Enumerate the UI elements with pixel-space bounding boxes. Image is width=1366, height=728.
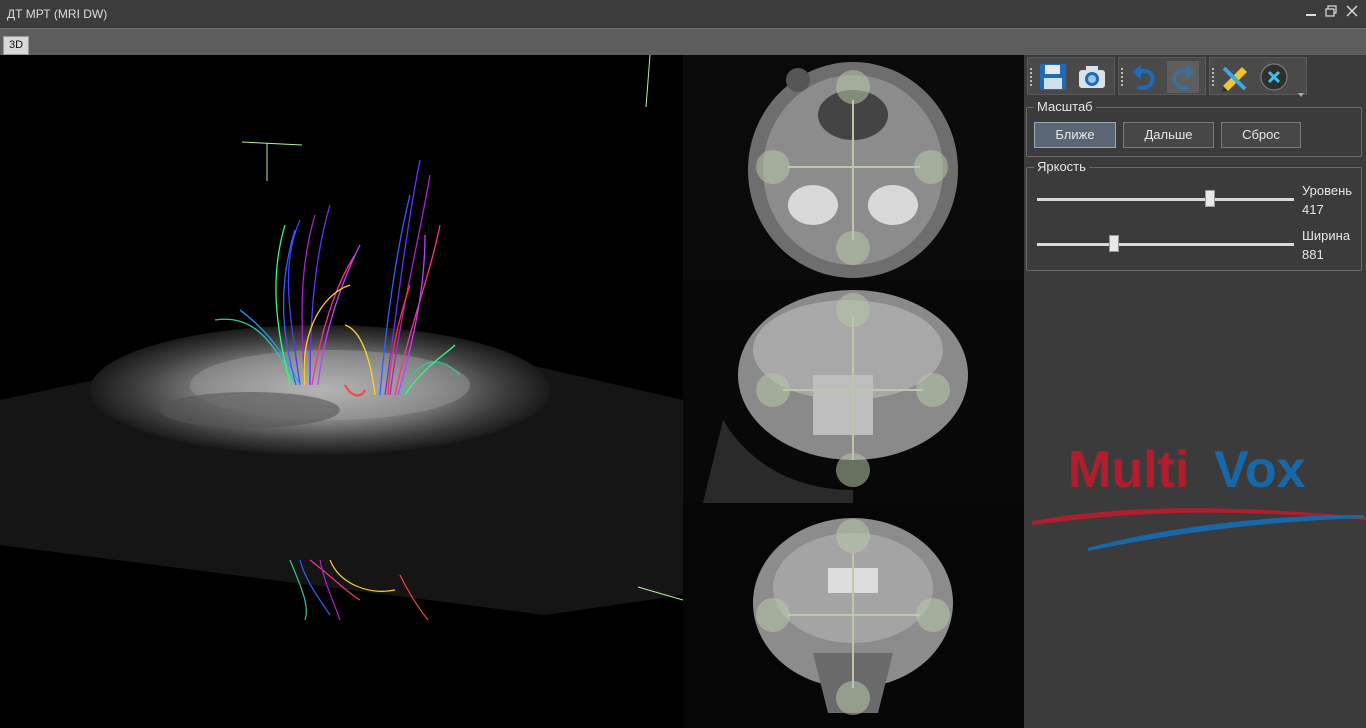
slider-track (1037, 243, 1294, 246)
coronal-slice-view[interactable] (683, 503, 1024, 728)
zoom-out-button[interactable]: Дальше (1123, 122, 1214, 148)
width-value: 881 (1302, 247, 1324, 262)
slider-track (1037, 198, 1294, 201)
scale-group: Масштаб Ближе Дальше Сброс (1026, 99, 1362, 157)
orientation-axis-top (241, 141, 303, 181)
multivox-logo: Multi Vox (1024, 441, 1366, 555)
toolbar-grip[interactable] (1030, 68, 1035, 86)
control-panel: Масштаб Ближе Дальше Сброс Яркость Урове… (1024, 55, 1366, 728)
width-label: Ширина (1302, 228, 1351, 243)
logo-text-multi: Multi (1068, 445, 1189, 499)
screenshot-button[interactable] (1076, 61, 1108, 93)
undo-button[interactable] (1128, 61, 1160, 93)
level-slider[interactable] (1037, 189, 1294, 209)
3d-view[interactable] (0, 55, 683, 728)
toolbar-grip[interactable] (1121, 68, 1126, 86)
logo-swoosh-blue (1088, 515, 1364, 551)
logo-text-vox: Vox (1214, 445, 1306, 499)
window-title: ДТ МРТ (MRI DW) (7, 7, 108, 21)
toolbar-group-tools (1209, 57, 1307, 97)
zoom-reset-button[interactable]: Сброс (1221, 122, 1301, 148)
measure-tools-button[interactable] (1219, 61, 1251, 93)
brightness-group: Яркость Уровень 417 Ширина 881 (1026, 159, 1362, 271)
toolbar-group-file (1027, 57, 1115, 95)
close-icon[interactable] (1343, 4, 1361, 22)
toolbar-grip[interactable] (1212, 68, 1217, 86)
chevron-down-icon[interactable] (1298, 86, 1304, 97)
undo-arrow-icon (1132, 65, 1155, 90)
level-label: Уровень (1302, 183, 1353, 198)
scale-group-title: Масштаб (1034, 99, 1096, 114)
axial-slice-view[interactable] (683, 55, 1024, 280)
camera-icon (1079, 66, 1105, 88)
pencil-ruler-icon (1222, 66, 1247, 92)
sagittal-slice-view[interactable] (683, 280, 1024, 503)
redo-button[interactable] (1167, 61, 1199, 93)
slider-thumb[interactable] (1205, 190, 1215, 207)
slice-views[interactable] (683, 55, 1024, 728)
level-value: 417 (1302, 202, 1324, 217)
floppy-disk-icon (1040, 64, 1066, 90)
restore-icon[interactable] (1322, 4, 1340, 22)
toolbar-group-history (1118, 57, 1206, 95)
title-bar: ДТ МРТ (MRI DW) (0, 0, 1366, 28)
close-circle-icon (1260, 63, 1288, 91)
save-button[interactable] (1037, 61, 1069, 93)
zoom-in-button[interactable]: Ближе (1034, 122, 1116, 148)
slider-thumb[interactable] (1109, 235, 1119, 252)
tab-strip: 3D (0, 28, 1366, 55)
minimize-icon[interactable] (1302, 4, 1320, 22)
3d-scene (0, 55, 683, 621)
brightness-group-title: Яркость (1034, 159, 1089, 174)
width-slider[interactable] (1037, 234, 1294, 254)
redo-arrow-icon (1172, 65, 1195, 90)
orientation-axis-right (645, 55, 651, 108)
clear-button[interactable] (1258, 61, 1290, 93)
tab-3d[interactable]: 3D (3, 36, 29, 55)
